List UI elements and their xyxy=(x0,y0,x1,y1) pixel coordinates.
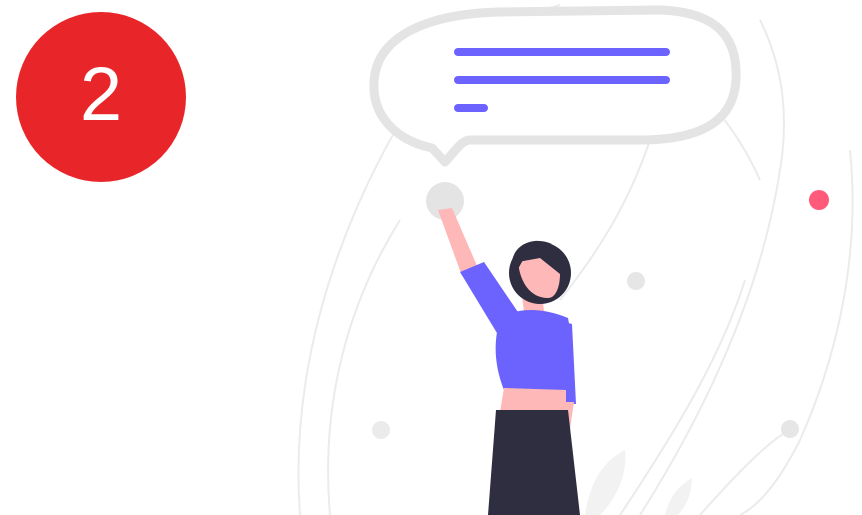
gray-dot-icon xyxy=(372,421,390,439)
step-number-badge: 2 xyxy=(16,12,186,182)
woman-figure xyxy=(438,208,580,515)
pink-dot-icon xyxy=(809,190,829,210)
speech-bubble-icon xyxy=(369,5,741,167)
gray-dot-icon xyxy=(781,420,799,438)
decorative-leaves xyxy=(585,450,692,515)
slide: 2 xyxy=(0,0,862,515)
gray-dot-icon xyxy=(627,272,645,290)
step-number: 2 xyxy=(79,52,123,137)
